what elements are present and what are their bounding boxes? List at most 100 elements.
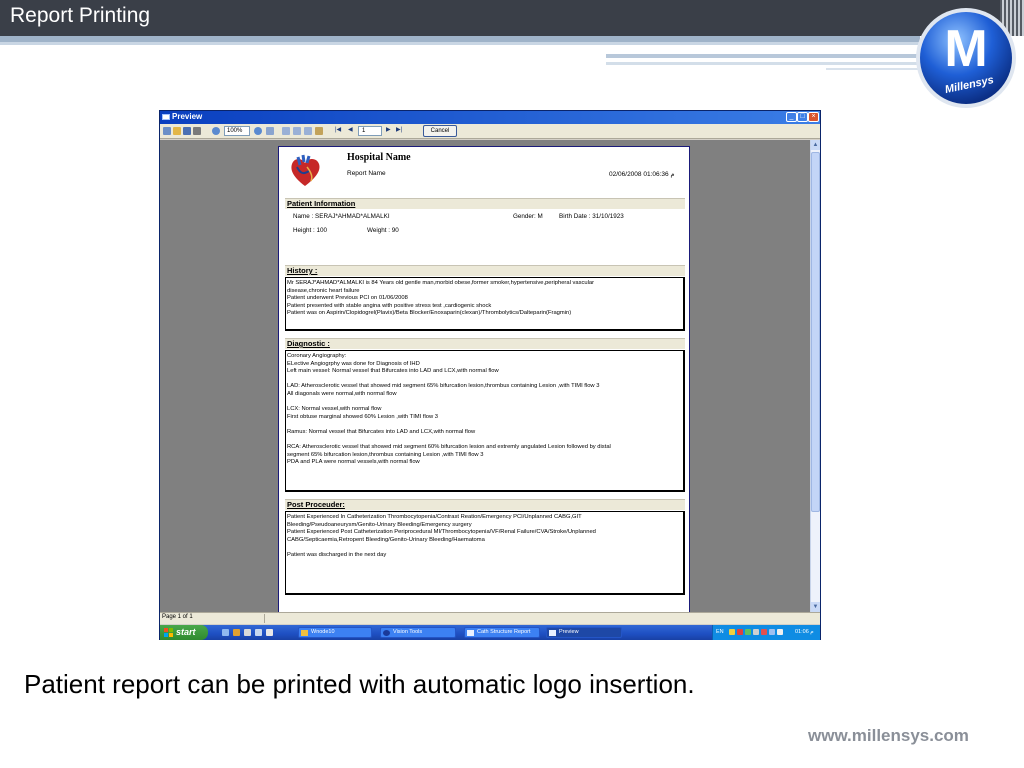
tray-icon[interactable] xyxy=(769,629,775,635)
post-procedure-box: Patient Experienced In Catheterization T… xyxy=(285,511,685,595)
zoom-icon[interactable] xyxy=(212,127,220,135)
task-label: Cath Structure Report xyxy=(477,629,531,635)
language-indicator[interactable]: EN xyxy=(716,629,724,635)
scroll-down-icon[interactable]: ▼ xyxy=(811,602,820,612)
vertical-scrollbar[interactable]: ▲ ▼ xyxy=(810,140,820,612)
task-button[interactable]: Wnode10 xyxy=(298,627,372,638)
start-label: start xyxy=(176,627,196,637)
history-line: Patient underwent Previous PCI on 01/06/… xyxy=(287,295,408,302)
prev-page-icon[interactable]: ◀ xyxy=(348,126,353,133)
preview-viewport: Hospital Name Report Name 02/06/2008 01:… xyxy=(160,140,810,612)
printer-icon[interactable] xyxy=(163,127,171,135)
multi-page-icon[interactable] xyxy=(304,127,312,135)
taskbar: start Wnode10 Vision Tools Cath Structur… xyxy=(160,625,820,640)
quick-launch-icon[interactable] xyxy=(244,629,251,636)
zoom-select[interactable]: 100% xyxy=(224,126,250,136)
first-page-icon[interactable]: |◀ xyxy=(335,126,341,133)
task-label: Wnode10 xyxy=(311,629,335,635)
task-button[interactable]: Preview xyxy=(546,627,622,638)
history-box: Mr SERAJ*AHMAD*ALMALKI is 84 Years old g… xyxy=(285,277,685,331)
post-procedure-line: CABG/Septicaemia,Retropent Bleeding/Geni… xyxy=(287,536,485,543)
scroll-up-icon[interactable]: ▲ xyxy=(811,140,820,150)
report-page: Hospital Name Report Name 02/06/2008 01:… xyxy=(278,146,690,612)
window-app-icon xyxy=(549,630,556,636)
history-line: disease,chronic heart failure xyxy=(287,287,360,294)
patient-name: Name : SERAJ*AHMAD*ALMALKI xyxy=(293,213,390,220)
status-divider xyxy=(264,614,265,623)
diagnostic-line: LAD: Atherosclerotic vessel that showed … xyxy=(287,383,600,390)
find-icon[interactable] xyxy=(193,127,201,135)
next-page-icon[interactable]: ▶ xyxy=(386,126,391,133)
scroll-thumb[interactable] xyxy=(811,152,820,512)
window-app-icon xyxy=(467,630,474,636)
post-procedure-line: Patient was discharged in the next day xyxy=(287,551,387,558)
diagnostic-heading: Diagnostic : xyxy=(285,338,685,349)
window-title: Preview xyxy=(172,112,203,121)
diagnostic-line: ELective Angiogrphy was done for Diagnos… xyxy=(287,360,420,367)
quick-launch-icon[interactable] xyxy=(255,629,262,636)
slide-caption: Patient report can be printed with autom… xyxy=(24,669,695,699)
logo-letter: M xyxy=(944,20,987,78)
maximize-icon[interactable]: □ xyxy=(797,112,808,122)
diagnostic-line: LCX: Normal vessel,with normal flow xyxy=(287,406,382,413)
diagnostic-line: Coronary Angiography: xyxy=(287,353,347,359)
patient-height: Height : 100 xyxy=(293,227,327,234)
zoom-in-icon[interactable] xyxy=(254,127,262,135)
task-button[interactable]: Cath Structure Report xyxy=(464,627,540,638)
preview-toolbar: 100% |◀ ◀ 1 ▶ ▶| Cancel xyxy=(160,124,820,139)
vision-icon xyxy=(383,630,390,636)
heart-icon xyxy=(291,154,320,186)
patient-weight: Weight : 90 xyxy=(367,227,399,234)
diagnostic-line: Left main vessel: Normal vessel that Bif… xyxy=(287,368,499,375)
patient-gender: Gender: M xyxy=(513,213,543,220)
patient-info-heading: Patient Information xyxy=(285,198,685,209)
history-heading-text: History : xyxy=(287,266,318,275)
post-procedure-line: Bleeding/Pseudoaneurysm/Genito-Urinary B… xyxy=(287,521,472,528)
tray-icon[interactable] xyxy=(745,629,751,635)
tray-icon[interactable] xyxy=(753,629,759,635)
slide-title-bar: Report Printing xyxy=(0,0,1000,36)
two-page-icon[interactable] xyxy=(293,127,301,135)
tray-icon[interactable] xyxy=(777,629,783,635)
quick-launch-icon[interactable] xyxy=(222,629,229,636)
preview-window: Preview _ □ × 100% |◀ ◀ 1 ▶ ▶| Cancel Ho… xyxy=(159,110,821,640)
quick-launch-icon[interactable] xyxy=(266,629,273,636)
last-page-icon[interactable]: ▶| xyxy=(396,126,402,133)
tray-icon[interactable] xyxy=(729,629,735,635)
task-label: Vision Tools xyxy=(393,629,423,635)
status-bar: Page 1 of 1 xyxy=(160,612,820,624)
slide-title: Report Printing xyxy=(10,4,151,27)
page-number-input[interactable]: 1 xyxy=(358,126,382,136)
tray-icon[interactable] xyxy=(737,629,743,635)
window-titlebar[interactable]: Preview _ □ × xyxy=(160,111,820,124)
post-procedure-line: Patient Experienced Post Catheterization… xyxy=(287,529,596,536)
one-page-icon[interactable] xyxy=(282,127,290,135)
quick-launch-icon[interactable] xyxy=(233,629,240,636)
export-icon[interactable] xyxy=(315,127,323,135)
close-icon[interactable]: × xyxy=(808,112,819,122)
post-procedure-heading: Post Proceuder: xyxy=(285,499,685,510)
task-button[interactable]: Vision Tools xyxy=(380,627,456,638)
task-label: Preview xyxy=(559,629,579,635)
cancel-button[interactable]: Cancel xyxy=(423,125,457,137)
report-datetime: 02/06/2008 01:06:36 م xyxy=(609,171,675,178)
window-icon xyxy=(162,114,170,120)
save-icon[interactable] xyxy=(183,127,191,135)
open-icon[interactable] xyxy=(173,127,181,135)
history-line: Patient presented with stable angina wit… xyxy=(287,302,492,309)
history-line: Patient was on Aspirin/Clopidogrel(Plavi… xyxy=(287,310,572,317)
diagnostic-line: RCA: Atherosclerotic vessel that showed … xyxy=(287,444,611,451)
website-url: www.millensys.com xyxy=(808,726,969,745)
clock: 01:06 م xyxy=(795,629,814,635)
post-procedure-line: Patient Experienced In Catheterization T… xyxy=(287,514,582,520)
folder-icon xyxy=(301,630,308,636)
start-button[interactable]: start xyxy=(160,625,208,640)
minimize-icon[interactable]: _ xyxy=(786,112,797,122)
page-view-icon[interactable] xyxy=(266,127,274,135)
system-tray: EN 01:06 م xyxy=(712,625,820,640)
diagnostic-line: Ramus: Normal vessel that Bifurcates int… xyxy=(287,428,476,435)
diagnostic-line: PDA and PLA were normal vessels,with nor… xyxy=(287,459,420,466)
tray-icon[interactable] xyxy=(761,629,767,635)
